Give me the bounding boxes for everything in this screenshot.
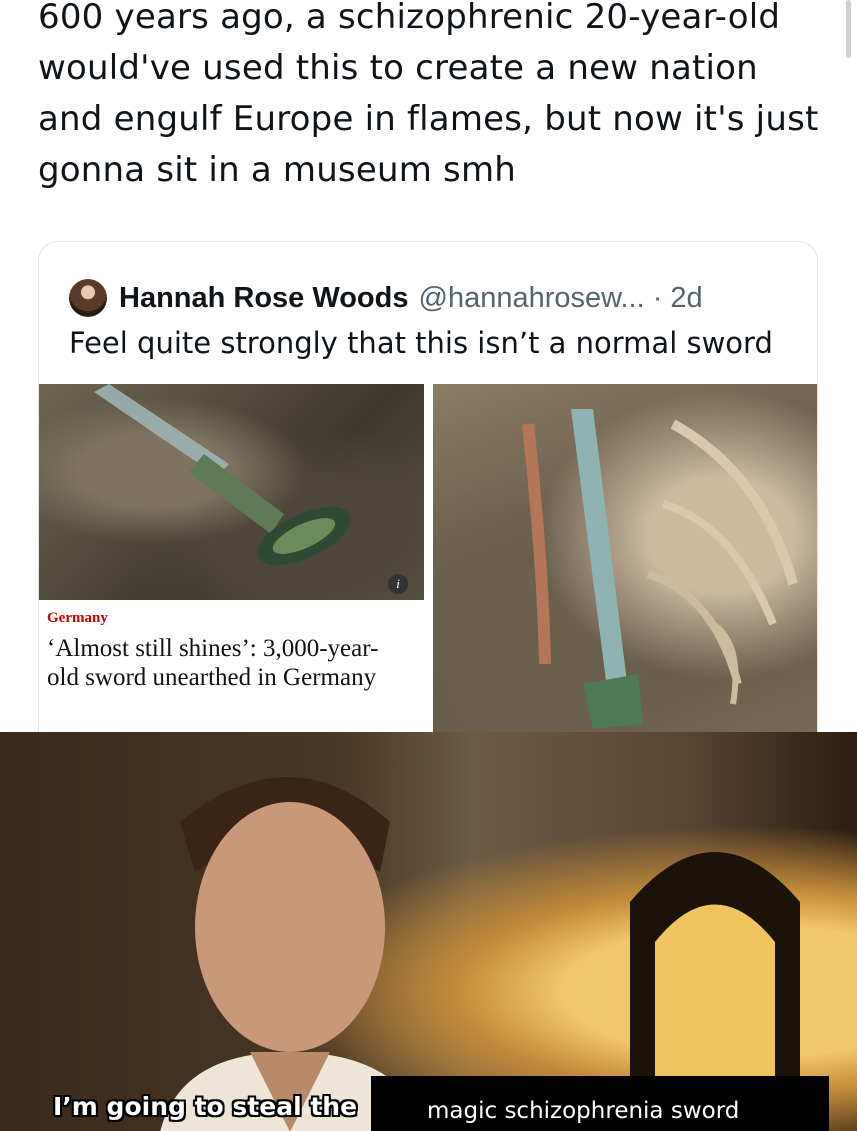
article-headline[interactable]: ‘Almost still shines’: 3,000-year-old sw… [47,634,407,692]
author-handle-and-time: @hannahrosew... · 2d [418,281,703,314]
meme-caption-right: magic schizophrenia sword [427,1098,740,1124]
quoted-post-card[interactable]: Hannah Rose Woods @hannahrosew... · 2d F… [38,241,818,763]
sword-illustration [94,384,351,566]
quoted-post-header: Hannah Rose Woods @hannahrosew... · 2d [69,278,703,318]
sword-photo[interactable]: i [39,384,424,600]
man-illustration [160,777,430,1131]
meme-caption-left: I’m going to steal the [53,1092,358,1121]
post-text: 600 years ago, a schizophrenic 20-year-o… [38,0,819,190]
meme-image: I’m going to steal the magic schizophren… [0,732,857,1131]
skeleton-photo[interactable] [433,384,817,762]
quoted-post-text: Feel quite strongly that this isn’t a no… [69,326,773,360]
scrollbar[interactable] [846,0,851,58]
article-preview[interactable]: i Germany ‘Almost still shines’: 3,000-y… [39,384,424,762]
avatar[interactable] [69,279,107,317]
author-name[interactable]: Hannah Rose Woods [119,282,409,315]
info-icon[interactable]: i [388,574,408,594]
article-section: Germany [47,610,108,626]
skeleton-illustration [522,409,798,729]
